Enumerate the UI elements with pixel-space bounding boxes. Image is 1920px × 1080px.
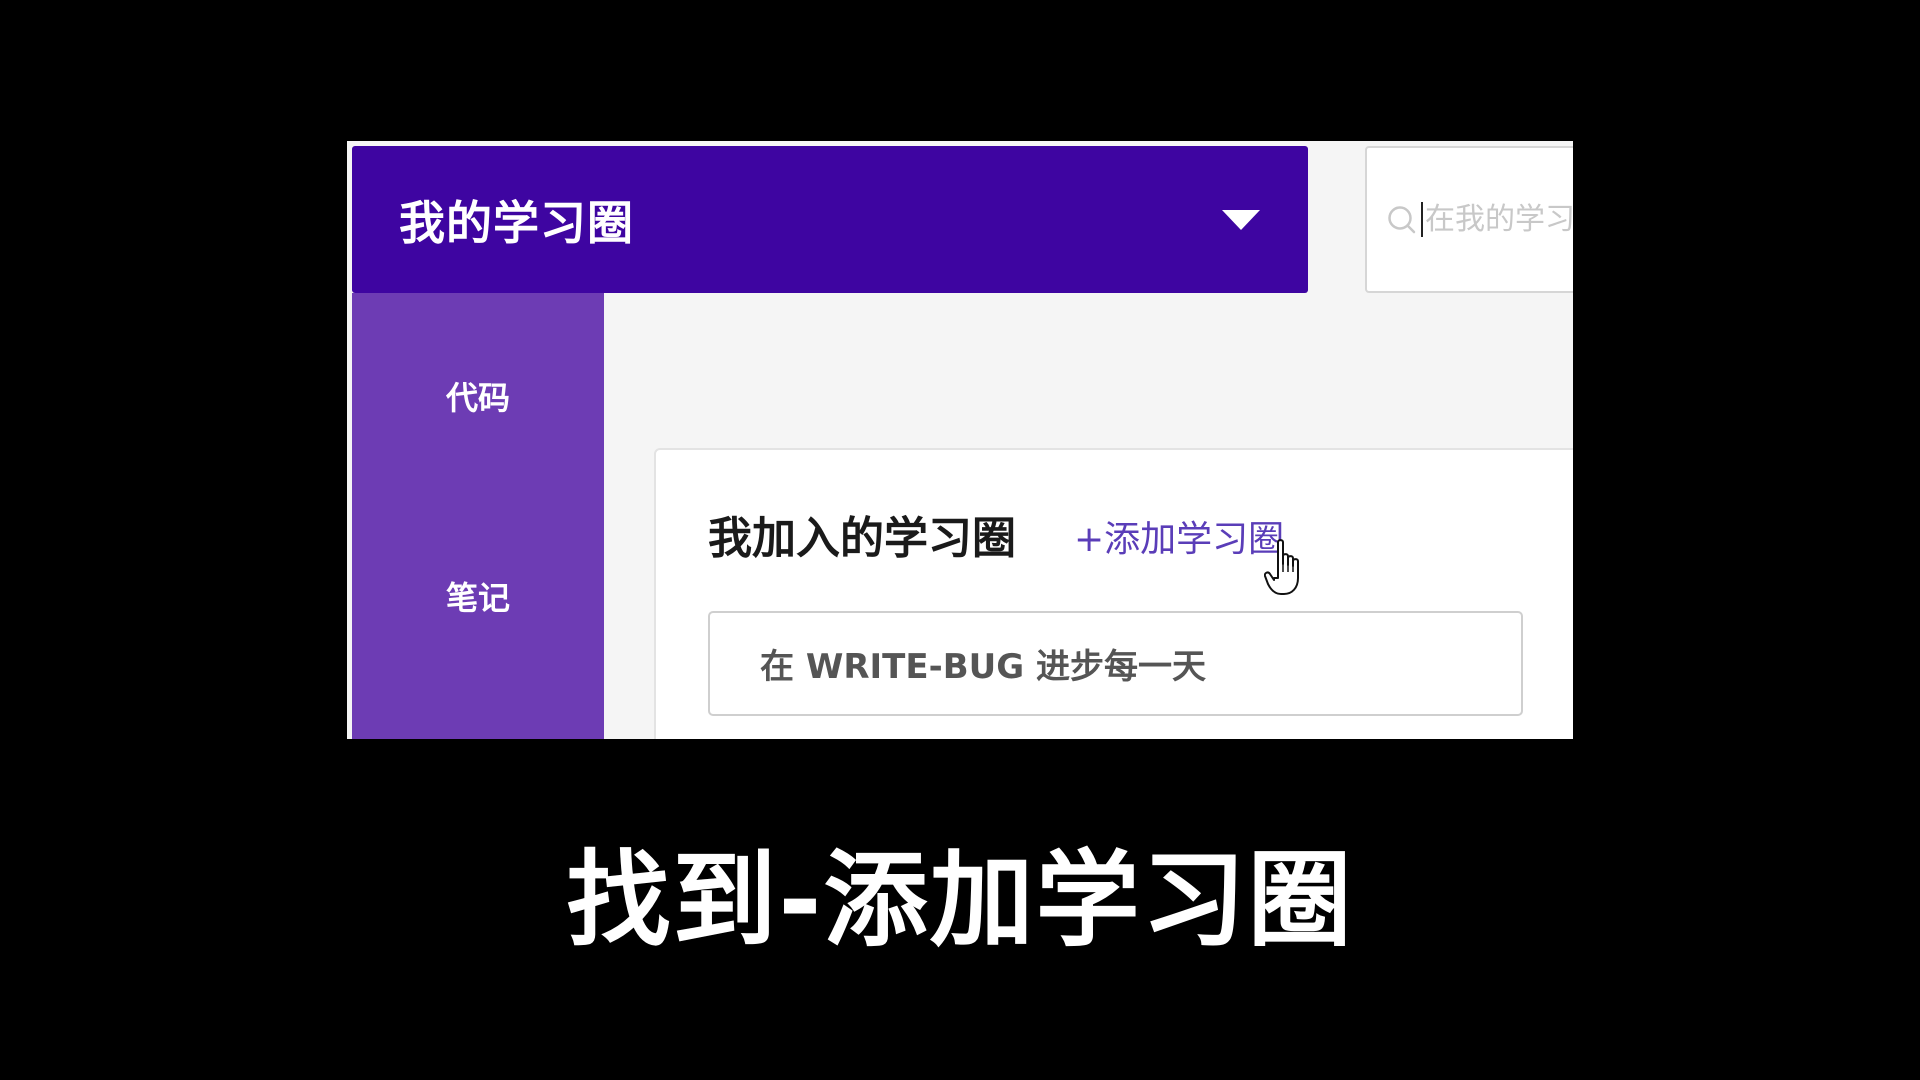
search-input[interactable] xyxy=(1421,202,1573,237)
app-window: 我的学习圈 代码 笔记 我加入的学习圈 +添加学习圈 在 WRITE-BUG 进… xyxy=(347,141,1573,739)
add-circle-link[interactable]: +添加学习圈 xyxy=(1074,510,1284,562)
search-box[interactable] xyxy=(1365,146,1573,293)
section-title: 我加入的学习圈 xyxy=(708,513,1016,564)
video-caption: 找到-添加学习圈 xyxy=(566,839,1354,961)
circle-selector-dropdown[interactable]: 我的学习圈 xyxy=(352,146,1308,293)
hand-pointer-icon xyxy=(1264,539,1299,595)
sidebar: 代码 笔记 xyxy=(352,293,604,739)
page-title: 我的学习圈 xyxy=(399,195,634,250)
motto-banner: 在 WRITE-BUG 进步每一天 xyxy=(708,611,1523,716)
caret-down-icon xyxy=(1222,209,1260,230)
sidebar-item-notes[interactable]: 笔记 xyxy=(352,573,604,619)
search-icon xyxy=(1388,205,1416,233)
sidebar-item-code[interactable]: 代码 xyxy=(352,373,604,419)
joined-circles-card: 我加入的学习圈 +添加学习圈 在 WRITE-BUG 进步每一天 xyxy=(654,448,1573,739)
